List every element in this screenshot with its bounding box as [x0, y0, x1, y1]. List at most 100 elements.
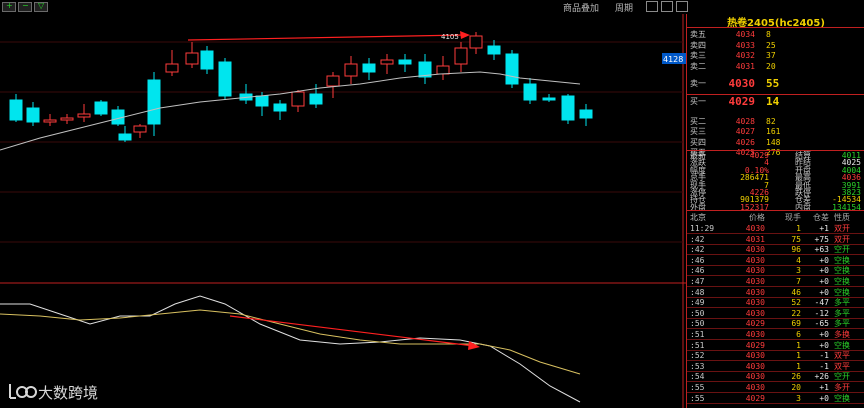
candlesticks: [9, 32, 593, 142]
candle: [218, 58, 232, 100]
ask-volume: 8: [766, 30, 771, 39]
candle: [454, 42, 468, 72]
tick-header: 北京 价格 现手 仓差 性质: [687, 213, 864, 222]
zoom-out-button[interactable]: −: [18, 1, 32, 12]
quote-panel: 热卷2405(hc2405) 卖五 4034 8 卖四 4033 25 卖三 4032 37 卖二…: [686, 14, 864, 408]
candle: [118, 126, 132, 142]
candle: [418, 54, 432, 84]
tick-separator: [687, 349, 864, 351]
overlay-products-button[interactable]: 商品叠加: [563, 1, 599, 14]
tick-header-oi: 仓差: [813, 213, 829, 222]
candle-body: [542, 97, 556, 101]
period-button[interactable]: 周期: [615, 1, 633, 14]
ask-row-4: 卖四 4033 25: [687, 41, 864, 51]
candle: [9, 94, 23, 122]
moving-average-line: [0, 71, 581, 151]
tick-separator: [687, 264, 864, 266]
candle: [380, 54, 394, 74]
tick-header-volume: 现手: [785, 213, 801, 222]
price-tag-label: 4128: [663, 55, 683, 64]
bid-price: 4026: [735, 137, 755, 147]
candle-body: [118, 133, 132, 141]
zoom-in-button[interactable]: +: [2, 1, 16, 12]
ask-row-2: 卖二 4031 20: [687, 62, 864, 72]
candle: [165, 50, 179, 76]
candle-body: [523, 83, 537, 101]
candle: [26, 102, 40, 126]
candle-body: [43, 119, 57, 123]
candle-body: [398, 59, 412, 65]
oscillator-line-slow: [0, 309, 581, 375]
bid-label: 买三: [690, 127, 706, 136]
logo-icon: [9, 384, 37, 399]
bid-volume: 82: [766, 116, 776, 126]
tick-separator: [687, 243, 864, 245]
contract-title: 热卷2405(hc2405): [727, 18, 825, 29]
window-maximize-icon[interactable]: [661, 1, 673, 12]
bid-row-1: 买一 4029 14: [687, 95, 864, 111]
candle-body: [200, 50, 214, 70]
tick-header-price: 价格: [749, 213, 765, 222]
candle: [523, 78, 537, 104]
ask-row-3: 卖三 4032 37: [687, 51, 864, 61]
candle: [60, 114, 74, 124]
tick-separator: [687, 360, 864, 362]
kline-chart[interactable]: 4105 4128: [0, 14, 686, 408]
bid-price: 4029: [728, 95, 756, 108]
candle: [273, 100, 287, 120]
tick-separator: [687, 275, 864, 277]
candle-body: [94, 101, 108, 115]
candle: [344, 56, 358, 84]
candle-body: [380, 59, 394, 65]
candle-body: [60, 117, 74, 121]
ask-volume: 25: [766, 40, 776, 50]
candle-body: [469, 35, 483, 49]
candle-body: [26, 107, 40, 123]
ask-volume: 37: [766, 51, 776, 60]
window-restore-icon[interactable]: [646, 1, 658, 12]
tick-separator: [687, 370, 864, 372]
dropdown-button[interactable]: ▽: [34, 1, 48, 12]
candle: [133, 124, 147, 138]
tick-separator: [687, 307, 864, 309]
candle-body: [133, 125, 147, 133]
candle-body: [291, 91, 305, 107]
tick-separator: [687, 254, 864, 256]
candle-body: [255, 95, 269, 107]
watermark-text: 大数跨境: [38, 384, 99, 402]
candle: [43, 114, 57, 126]
ask-price: 4031: [735, 61, 755, 71]
tick-separator: [687, 381, 864, 383]
candle: [469, 32, 483, 54]
candle-body: [147, 79, 161, 125]
candle-body: [561, 95, 575, 121]
tick-separator: [687, 233, 864, 234]
candle: [436, 56, 450, 80]
ask-volume: 55: [766, 77, 780, 90]
bid-volume: 148: [766, 137, 781, 147]
bid-row-2: 买二 4028 82: [687, 117, 864, 127]
ask-label: 卖二: [690, 61, 706, 71]
bid-label: 买一: [690, 97, 706, 106]
candle: [542, 94, 556, 102]
candle: [239, 84, 253, 104]
tick-header-time: 北京: [690, 213, 706, 222]
bid-price: 4027: [735, 127, 755, 136]
ask-row-1: 卖一 4030 55: [687, 77, 864, 93]
bid-row-3: 买三 4027 161: [687, 127, 864, 137]
high-annotation: 4105: [441, 33, 459, 41]
candle-body: [9, 99, 23, 121]
bid-price: 4028: [735, 116, 755, 126]
candle: [487, 40, 501, 60]
candle: [505, 50, 519, 88]
ask-price: 4030: [728, 77, 756, 90]
candle: [579, 104, 593, 126]
bid-volume: 161: [766, 127, 781, 136]
top-toolbar: + − ▽ 商品叠加 周期: [0, 0, 864, 14]
ask-label: 卖五: [690, 30, 706, 39]
candle-body: [344, 63, 358, 77]
bid-row-4: 买四 4026 148: [687, 138, 864, 148]
window-close-icon[interactable]: [676, 1, 688, 12]
candle-body: [165, 63, 179, 73]
candle-body: [454, 47, 468, 65]
